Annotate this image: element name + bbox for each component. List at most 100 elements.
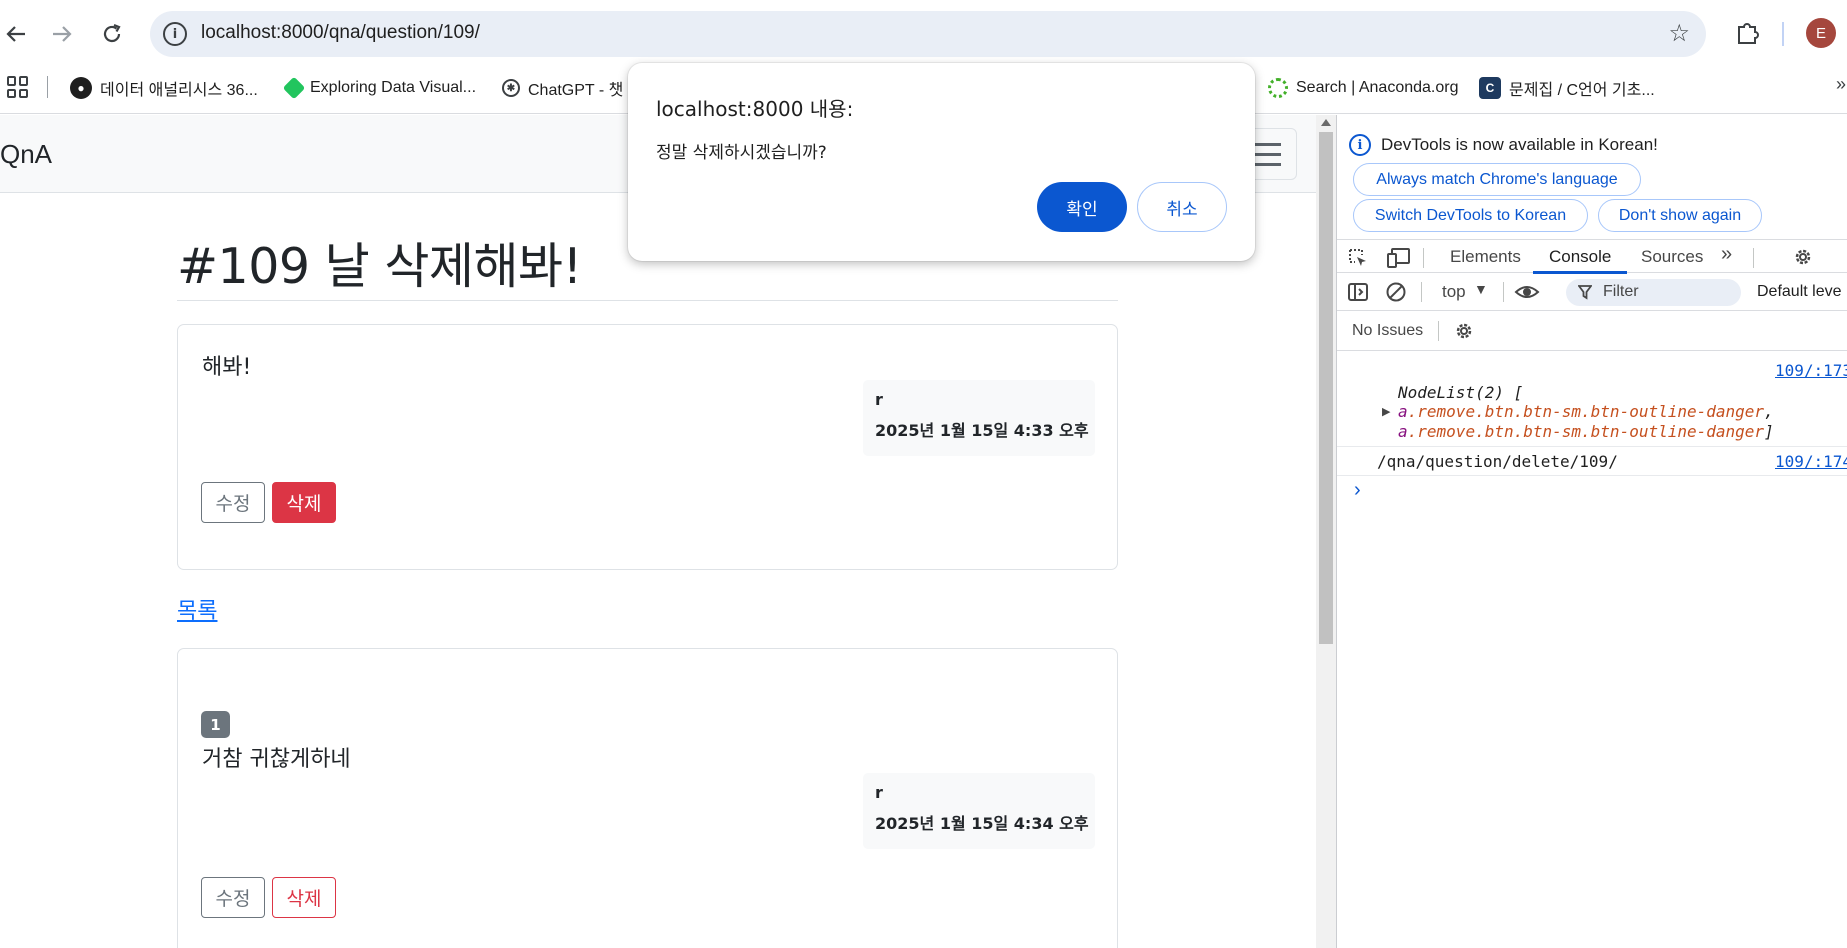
question-title: #109 날 삭제해봐!	[177, 238, 582, 295]
element-tag: a	[1398, 402, 1408, 421]
filter-placeholder: Filter	[1603, 283, 1639, 300]
dialog-title: localhost:8000 내용:	[656, 97, 854, 121]
match-language-button[interactable]: Always match Chrome's language	[1353, 163, 1641, 196]
log-levels-dropdown[interactable]: Default leve	[1757, 283, 1842, 301]
console-filter-input[interactable]: Filter	[1566, 279, 1741, 306]
answer-meta: r 2025년 1월 15일 4:34 오후	[863, 773, 1095, 849]
confirm-ok-button[interactable]: 확인	[1037, 182, 1127, 232]
bookmark-item[interactable]: ● 데이터 애널리시스 36...	[70, 75, 258, 101]
log-message[interactable]: /qna/question/delete/109/	[1377, 452, 1618, 471]
devtools-panel: i DevTools is now available in Korean! A…	[1336, 115, 1847, 948]
log-divider	[1337, 446, 1847, 447]
tab-elements[interactable]: Elements	[1450, 247, 1521, 267]
title-divider	[177, 300, 1118, 301]
back-arrow-icon	[6, 26, 25, 42]
eye-icon[interactable]	[1514, 281, 1540, 303]
nodelist-header[interactable]: NodeList(2) [	[1398, 383, 1523, 402]
navbar-brand[interactable]: QnA	[0, 139, 52, 170]
bookmark-item[interactable]: Exploring Data Visual...	[282, 75, 477, 101]
bookmark-item[interactable]: C 문제집 / C언어 기초...	[1479, 75, 1655, 101]
question-body: 해봐!	[202, 355, 252, 380]
log-source-link[interactable]: 109/:173	[1775, 361, 1847, 380]
answer-card: 1 거참 귀찮게하네 r 2025년 1월 15일 4:34 오후 수정 삭제	[177, 648, 1118, 948]
dropdown-caret-icon[interactable]: ▼	[1474, 281, 1488, 297]
bookmark-star-icon[interactable]: ☆	[1668, 19, 1690, 47]
console-prompt[interactable]: ›	[1354, 479, 1361, 502]
info-icon: i	[1349, 134, 1371, 156]
issues-settings-gear-icon[interactable]	[1453, 320, 1475, 342]
scroll-thumb[interactable]	[1319, 132, 1333, 644]
page-scrollbar[interactable]	[1316, 115, 1336, 948]
url-text[interactable]: localhost:8000/qna/question/109/	[201, 22, 480, 44]
no-issues-label[interactable]: No Issues	[1352, 322, 1423, 340]
answer-date: 2025년 1월 15일 4:34 오후	[875, 814, 1089, 833]
back-button[interactable]	[0, 18, 32, 50]
bookmark-item[interactable]: ✱ ChatGPT - 챗	[502, 75, 623, 101]
bookmarks-divider	[47, 76, 48, 98]
apps-grid-icon[interactable]	[7, 76, 29, 98]
tab-sources[interactable]: Sources	[1641, 247, 1703, 267]
address-bar[interactable]: i localhost:8000/qna/question/109/ ☆	[150, 11, 1706, 57]
log-divider	[1337, 475, 1847, 476]
question-delete-button[interactable]: 삭제	[272, 482, 336, 523]
confirm-dialog: localhost:8000 내용: 정말 삭제하시겠습니까? 확인 취소	[628, 63, 1255, 261]
tab-console[interactable]: Console	[1549, 247, 1611, 267]
issues-bar: No Issues	[1337, 311, 1847, 351]
c-icon: C	[1479, 77, 1501, 99]
list-close-bracket: ]	[1764, 422, 1774, 441]
answer-badge: 1	[201, 711, 230, 738]
question-author: r	[875, 390, 883, 409]
devtools-tabs: Elements Console Sources » ⋮	[1337, 239, 1847, 274]
nodelist-item[interactable]: a.remove.btn.btn-sm.btn-outline-danger]	[1398, 422, 1774, 441]
device-toolbar-icon[interactable]	[1387, 247, 1411, 269]
puzzle-icon	[1738, 23, 1759, 44]
profile-avatar[interactable]: E	[1806, 18, 1836, 48]
context-selector[interactable]: top	[1442, 282, 1466, 302]
question-edit-button[interactable]: 수정	[201, 482, 265, 523]
browser-toolbar: i localhost:8000/qna/question/109/ ☆ E	[0, 0, 1847, 68]
settings-gear-icon[interactable]	[1792, 246, 1814, 268]
bookmark-label: 데이터 애널리시스 36...	[100, 82, 258, 99]
diamond-icon	[282, 76, 306, 100]
list-link[interactable]: 목록	[177, 593, 217, 625]
bookmark-label: Exploring Data Visual...	[310, 79, 477, 96]
forward-arrow-icon	[53, 26, 72, 42]
expand-triangle-icon[interactable]: ▶	[1382, 405, 1390, 418]
answer-author: r	[875, 783, 883, 802]
inspect-element-icon[interactable]	[1347, 247, 1369, 269]
dont-show-again-button[interactable]: Don't show again	[1598, 199, 1762, 232]
nodelist-item[interactable]: a.remove.btn.btn-sm.btn-outline-danger,	[1398, 402, 1774, 421]
devtools-menu-icon[interactable]: ⋮	[1839, 244, 1847, 269]
anaconda-icon	[1268, 78, 1288, 98]
extensions-button[interactable]	[1733, 18, 1763, 48]
switch-korean-button[interactable]: Switch DevTools to Korean	[1353, 199, 1588, 232]
github-icon: ●	[70, 77, 92, 99]
element-tag: a	[1398, 422, 1408, 441]
log-source-link[interactable]: 109/:174	[1775, 452, 1847, 471]
bookmarks-overflow-icon[interactable]: »	[1836, 74, 1846, 95]
bookmark-label: 문제집 / C언어 기초...	[1509, 82, 1655, 99]
forward-button[interactable]	[46, 18, 78, 50]
bookmark-item[interactable]: Search | Anaconda.org	[1268, 75, 1459, 101]
answer-delete-button[interactable]: 삭제	[272, 877, 336, 918]
devtools-language-notice: DevTools is now available in Korean!	[1381, 135, 1658, 154]
filter-funnel-icon	[1578, 285, 1592, 300]
bookmark-label: ChatGPT - 챗	[528, 82, 624, 99]
question-card: 해봐! r 2025년 1월 15일 4:33 오후 수정 삭제	[177, 324, 1118, 570]
openai-icon: ✱	[502, 79, 520, 97]
confirm-cancel-button[interactable]: 취소	[1137, 182, 1227, 232]
sidebar-toggle-icon[interactable]	[1347, 281, 1369, 303]
reload-icon	[103, 23, 121, 43]
answer-edit-button[interactable]: 수정	[201, 877, 265, 918]
reload-button[interactable]	[96, 18, 128, 50]
question-meta: r 2025년 1월 15일 4:33 오후	[863, 380, 1095, 456]
site-info-icon[interactable]: i	[163, 22, 187, 46]
toolbar-divider	[1782, 22, 1784, 46]
clear-console-icon[interactable]	[1385, 281, 1407, 303]
list-separator: ,	[1764, 402, 1774, 421]
answer-body: 거참 귀찮게하네	[202, 747, 351, 772]
scroll-up-arrow-icon[interactable]	[1321, 119, 1331, 126]
question-date: 2025년 1월 15일 4:33 오후	[875, 421, 1089, 440]
bookmark-label: Search | Anaconda.org	[1296, 79, 1459, 96]
more-tabs-icon[interactable]: »	[1721, 243, 1732, 266]
